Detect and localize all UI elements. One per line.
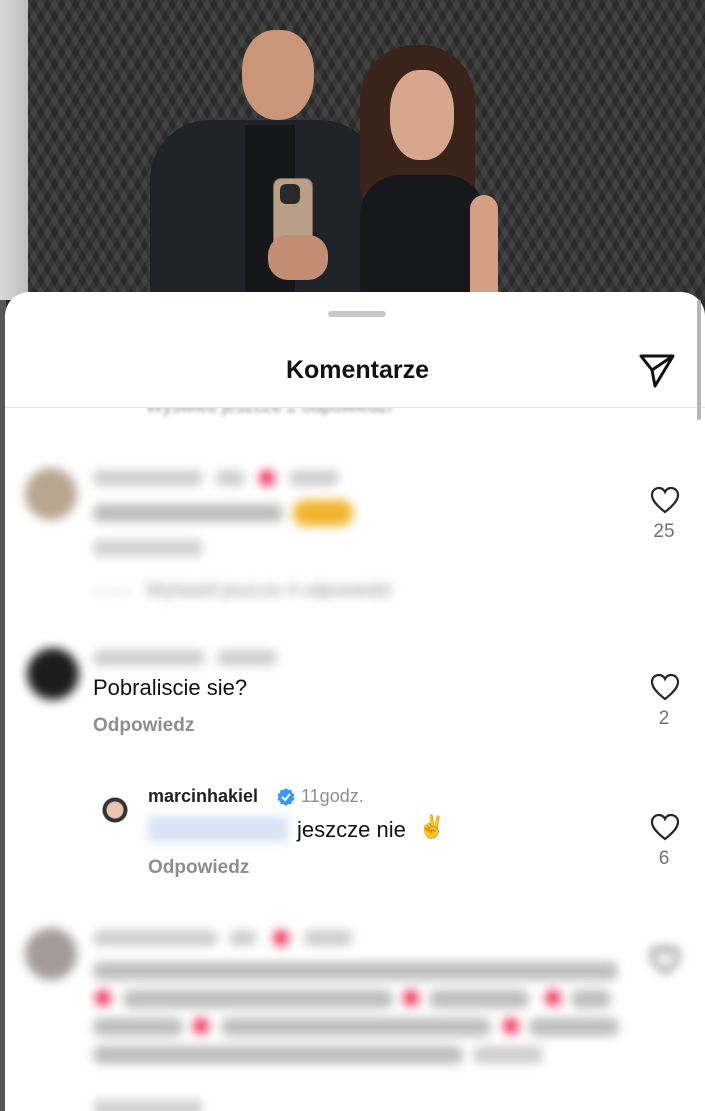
avatar[interactable] <box>95 794 135 834</box>
heart-outline-icon[interactable] <box>650 486 680 514</box>
heart-outline-icon[interactable] <box>650 946 680 974</box>
avatar[interactable] <box>27 648 79 700</box>
comments-sheet: Komentarze Wyświetl jeszcze 2 odpowiedzi… <box>5 292 705 1111</box>
comment-text: jeszcze nie <box>297 817 406 842</box>
comment-text-blurred <box>93 960 633 1080</box>
verified-badge-icon <box>277 788 295 806</box>
like-count: 25 <box>653 521 675 542</box>
comments-list: Wyświetl jeszcze 2 odpowiedzi 25 Wyświet… <box>5 408 705 1111</box>
comment-username-blurred[interactable] <box>93 648 293 668</box>
replies-line <box>95 591 131 593</box>
comment-header-blurred <box>93 468 343 488</box>
like-count: 6 <box>658 848 670 869</box>
comment-username[interactable]: marcinhakiel <box>148 786 258 807</box>
heart-outline-icon[interactable] <box>650 813 680 841</box>
avatar[interactable] <box>25 928 77 980</box>
send-icon[interactable] <box>637 350 677 390</box>
avatar[interactable] <box>25 468 77 520</box>
comment-header-blurred <box>93 928 393 948</box>
victory-hand-emoji: ✌ <box>418 814 446 839</box>
reply-button-blurred[interactable] <box>93 1098 213 1111</box>
view-replies-link[interactable]: Wyświetl jeszcze 4 odpowiedzi <box>146 580 392 601</box>
reply-button-blurred[interactable] <box>93 538 213 558</box>
mention-tag-blurred[interactable] <box>148 816 288 842</box>
heart-outline-icon[interactable] <box>650 673 680 701</box>
sheet-title: Komentarze <box>285 356 430 384</box>
photo-person-man <box>150 25 380 300</box>
photo-person-woman <box>350 45 510 300</box>
photo-hand <box>268 235 328 280</box>
photo-wall <box>0 0 28 300</box>
comment-time: 11godz. <box>301 786 364 806</box>
view-replies-link[interactable]: Wyświetl jeszcze 2 odpowiedzi <box>146 408 392 417</box>
like-count: 2 <box>658 708 670 729</box>
reply-button[interactable]: Odpowiedz <box>148 857 249 879</box>
comment-text: Pobraliscie sie? <box>93 675 248 700</box>
post-photo <box>0 0 705 300</box>
comment-text-blurred <box>93 500 373 526</box>
reply-button[interactable]: Odpowiedz <box>93 715 194 737</box>
scrollbar[interactable] <box>697 300 701 420</box>
sheet-grabber[interactable] <box>328 311 386 317</box>
